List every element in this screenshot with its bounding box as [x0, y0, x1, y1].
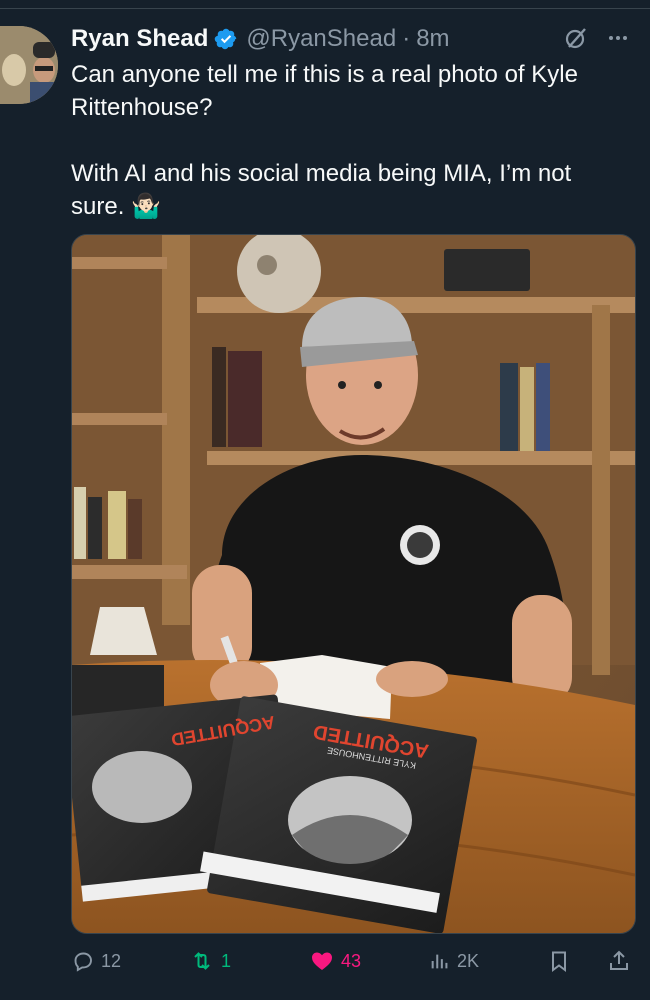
views-icon	[429, 949, 451, 973]
share-icon	[607, 949, 631, 973]
retweet-count: 1	[221, 950, 232, 971]
views-button[interactable]: 2K	[429, 944, 479, 978]
retweet-icon	[189, 949, 215, 973]
top-divider	[0, 0, 650, 9]
tweet-text: Can anyone tell me if this is a real pho…	[71, 61, 578, 220]
header-icons	[564, 26, 630, 50]
share-button[interactable]	[607, 944, 631, 978]
heart-icon	[309, 949, 335, 973]
reply-count: 12	[101, 950, 122, 971]
view-count: 2K	[457, 950, 480, 971]
reply-button[interactable]: 12	[71, 944, 121, 978]
like-count: 43	[341, 950, 362, 971]
photo-image: ACQUITTED KYLE RITTENHOUSE ACQUITTED	[72, 235, 635, 933]
tweet-timestamp[interactable]: 8m	[416, 25, 449, 53]
tweet-actions: 12 1 43 2K	[71, 944, 636, 978]
author-avatar[interactable]	[0, 26, 58, 104]
retweet-button[interactable]: 1	[189, 944, 231, 978]
author-name[interactable]: Ryan Shead	[71, 25, 208, 53]
bookmark-icon	[547, 949, 571, 973]
bookmark-button[interactable]	[547, 944, 571, 978]
reply-icon	[71, 949, 95, 973]
tweet-photo[interactable]: ACQUITTED KYLE RITTENHOUSE ACQUITTED	[71, 234, 636, 934]
tweet-header: Ryan Shead @RyanShead · 8m	[71, 22, 630, 56]
grok-icon[interactable]	[564, 26, 588, 50]
author-handle[interactable]: @RyanShead	[246, 25, 396, 53]
separator-dot: ·	[402, 25, 411, 52]
avatar-image	[0, 26, 58, 104]
verified-badge-icon[interactable]	[214, 27, 238, 51]
like-button[interactable]: 43	[309, 944, 361, 978]
more-icon[interactable]	[606, 26, 630, 50]
